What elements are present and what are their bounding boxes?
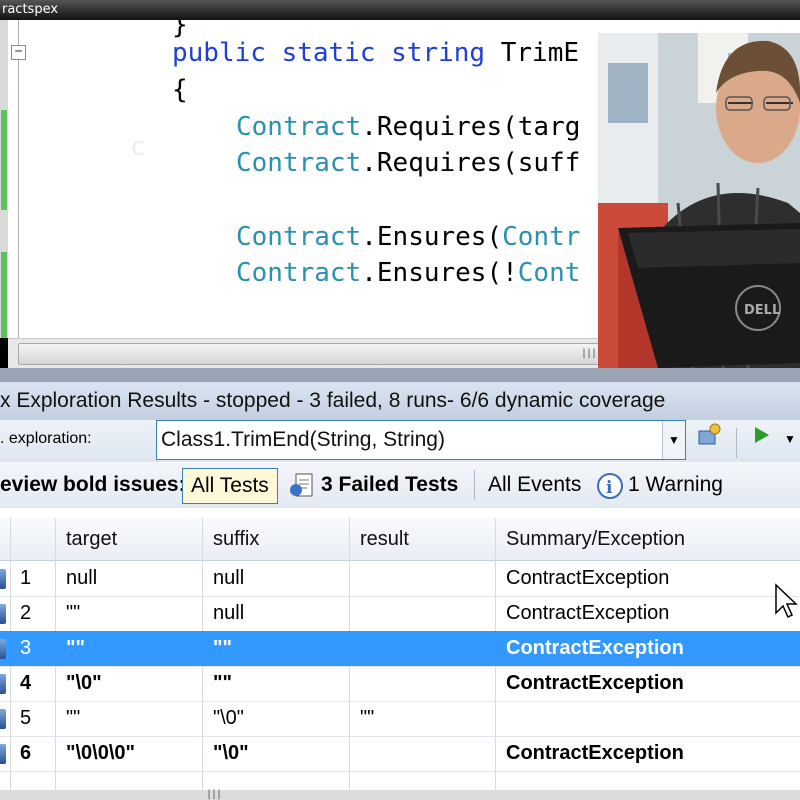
test-result-icon	[0, 639, 6, 659]
suffix-cell: ""	[213, 637, 232, 659]
exploration-toolbar: . exploration: Class1.TrimEnd(String, St…	[0, 420, 800, 462]
table-row-selected[interactable]: 3 "" "" ContractException	[0, 631, 800, 667]
all-events-filter[interactable]: All Events	[488, 468, 581, 502]
table-row[interactable]: 6 "\0\0\0" "\0" ContractException	[0, 736, 800, 772]
column-header-result[interactable]: result	[360, 518, 409, 560]
window-title: ractspex	[0, 0, 800, 20]
svg-text:i: i	[606, 478, 613, 498]
test-result-icon	[0, 569, 6, 589]
exploration-value: Class1.TrimEnd(String, String)	[161, 428, 445, 451]
target-cell: ""	[66, 602, 81, 624]
column-header-suffix[interactable]: suffix	[213, 518, 259, 560]
dropdown-arrow-icon[interactable]: ▼	[662, 421, 685, 459]
outline-line	[18, 20, 19, 338]
failed-tests-filter[interactable]: 3 Failed Tests	[321, 468, 458, 502]
change-gutter	[0, 20, 8, 338]
grip-icon: |||	[581, 348, 597, 359]
presenter-video-image: DELL	[598, 33, 800, 368]
table-row[interactable]: 5 "" "\0" ""	[0, 701, 800, 737]
row-number: 6	[20, 742, 32, 764]
mouse-cursor-icon	[774, 583, 798, 625]
warning-filter[interactable]: 1 Warning	[628, 468, 723, 502]
exploration-label: . exploration:	[0, 430, 92, 447]
suffix-cell: ""	[213, 672, 232, 694]
svg-text:DELL: DELL	[744, 303, 780, 318]
toolbar-separator	[474, 470, 475, 500]
suffix-cell: "\0"	[213, 742, 249, 764]
keyword-text: public static string	[172, 38, 486, 68]
table-row[interactable]: 1 null null ContractException	[0, 561, 800, 597]
explore-icon[interactable]	[696, 422, 722, 456]
column-header-summary[interactable]: Summary/Exception	[506, 518, 685, 560]
code-line-5: Contract.Requires(suff	[236, 148, 581, 178]
test-result-icon	[0, 709, 6, 729]
results-panel-title: x Exploration Results - stopped - 3 fail…	[0, 382, 800, 421]
target-cell: ""	[66, 707, 81, 729]
summary-cell: ContractException	[506, 637, 684, 659]
presenter-video-overlay: DELL	[598, 33, 800, 368]
change-marker	[1, 252, 7, 338]
result-cell: ""	[360, 707, 375, 729]
panel-splitter[interactable]	[0, 368, 800, 382]
target-cell: "\0"	[66, 672, 102, 694]
all-tests-filter[interactable]: All Tests	[182, 468, 278, 504]
summary-cell: ContractException	[506, 742, 684, 764]
table-row[interactable]: 2 "" null ContractException	[0, 596, 800, 632]
code-line-7: Contract.Ensures(!Cont	[236, 258, 581, 288]
target-cell: ""	[66, 637, 85, 659]
suffix-cell: null	[213, 567, 245, 589]
test-icon	[288, 472, 316, 506]
info-icon: i	[596, 472, 624, 506]
row-number: 2	[20, 602, 32, 624]
summary-cell: ContractException	[506, 567, 670, 589]
code-line-6: Contract.Ensures(Contr	[236, 222, 581, 252]
grid-header: target suffix result Summary/Exception	[0, 518, 800, 561]
row-number: 5	[20, 707, 32, 729]
test-result-icon	[0, 604, 6, 624]
target-cell: null	[66, 567, 98, 589]
toolbar-separator	[736, 428, 737, 458]
code-line-4: Contract.Requires(targ	[236, 112, 581, 142]
exploration-combobox[interactable]: Class1.TrimEnd(String, String) ▼	[156, 420, 686, 460]
suffix-cell: "\0"	[213, 707, 244, 729]
faint-background-text: c	[130, 132, 146, 162]
summary-cell: ContractException	[506, 672, 684, 694]
table-row[interactable]: 4 "\0" "" ContractException	[0, 666, 800, 702]
results-grid: target suffix result Summary/Exception 1…	[0, 508, 800, 790]
run-icon[interactable]	[752, 422, 772, 456]
change-marker	[1, 110, 7, 210]
summary-cell: ContractException	[506, 602, 670, 624]
row-number: 3	[20, 637, 32, 659]
collapse-icon[interactable]: −	[11, 45, 26, 60]
grip-icon: |||	[206, 789, 222, 800]
code-line-2: public static string TrimE	[172, 38, 579, 68]
filter-toolbar: eview bold issues: All Tests 3 Failed Te…	[0, 462, 800, 509]
run-dropdown-icon[interactable]: ▼	[784, 422, 796, 456]
test-result-icon	[0, 674, 6, 694]
suffix-cell: null	[213, 602, 245, 624]
row-number: 1	[20, 567, 32, 589]
target-cell: "\0\0\0"	[66, 742, 136, 764]
row-number: 4	[20, 672, 32, 694]
grid-horizontal-scrollbar[interactable]: |||	[0, 789, 800, 800]
column-header-target[interactable]: target	[66, 518, 117, 560]
test-result-icon	[0, 744, 6, 764]
review-label: eview bold issues:	[0, 473, 186, 496]
code-line-3: {	[172, 75, 188, 105]
code-line-1: }	[172, 20, 188, 40]
